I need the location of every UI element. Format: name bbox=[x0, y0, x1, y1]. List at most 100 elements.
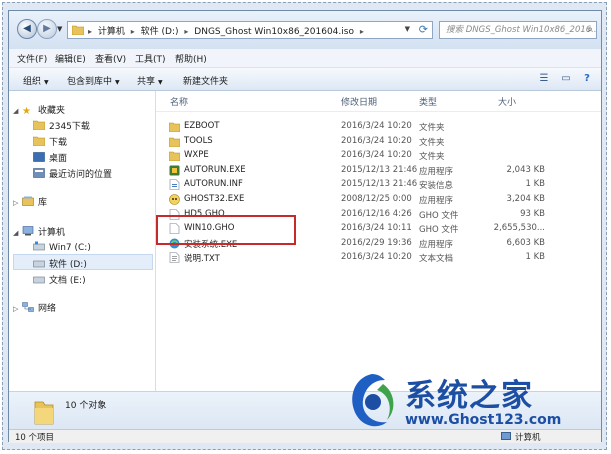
file-size: 2,043 KB bbox=[506, 164, 545, 175]
file-date: 2016/3/24 10:20 bbox=[341, 135, 412, 146]
command-bar: 组织 ▼ 包含到库中 ▼ 共享 ▼ 新建文件夹 ☰ ▭ ? bbox=[9, 68, 601, 91]
help-icon[interactable]: ? bbox=[580, 72, 594, 85]
search-icon[interactable]: ⌕ bbox=[587, 22, 593, 38]
folder-icon bbox=[169, 122, 180, 132]
file-name: AUTORUN.EXE bbox=[184, 164, 246, 175]
search-input[interactable]: 搜索 DNGS_Ghost Win10x86_2016... ⌕ bbox=[439, 21, 597, 39]
nav-computer[interactable]: ◢ 计算机 bbox=[13, 225, 65, 238]
share-button[interactable]: 共享 ▼ bbox=[137, 74, 163, 87]
nav-item-label: 下载 bbox=[49, 138, 68, 148]
menu-bar: 文件(F) 编辑(E) 查看(V) 工具(T) 帮助(H) bbox=[9, 49, 601, 68]
file-type: 应用程序 bbox=[419, 196, 454, 206]
nav-item-label: 2345下载 bbox=[49, 122, 90, 132]
address-box[interactable]: ▸ 计算机 ▸ 软件 (D:) ▸ DNGS_Ghost Win10x86_20… bbox=[67, 21, 433, 39]
forward-button[interactable]: ▶ bbox=[37, 19, 57, 39]
navigation-pane: ◢ ★ 收藏夹 2345下载 下载 桌面 最近访问的位置 ▷ 库 ◢ 计算机 Win7 … bbox=[9, 91, 156, 391]
status-bar: 10 个项目 计算机 bbox=[9, 429, 601, 443]
file-type: 文件夹 bbox=[419, 123, 445, 133]
nav-drive-d[interactable]: 软件 (D:) bbox=[33, 257, 87, 270]
breadcrumb-item-iso[interactable]: DNGS_Ghost Win10x86_201604.iso bbox=[194, 27, 354, 37]
address-dropdown-icon[interactable]: ▼ bbox=[405, 25, 410, 33]
status-item-count: 10 个项目 bbox=[15, 433, 55, 443]
table-row[interactable]: EZBOOT 2016/3/24 10:20 文件夹 bbox=[156, 120, 601, 134]
chevron-down-icon: ▼ bbox=[115, 79, 120, 86]
nav-item-downloads[interactable]: 下载 bbox=[33, 135, 67, 148]
search-placeholder: 搜索 DNGS_Ghost Win10x86_2016... bbox=[446, 25, 597, 35]
file-date: 2016/3/24 10:20 bbox=[341, 121, 412, 131]
drive-icon bbox=[33, 276, 45, 284]
address-bar-area: ◀ ▶ ▼ ▸ 计算机 ▸ 软件 (D:) ▸ DNGS_Ghost Win10… bbox=[9, 11, 601, 49]
file-name: WXPE bbox=[184, 150, 209, 161]
preview-pane-icon[interactable]: ▭ bbox=[559, 72, 573, 85]
menu-help[interactable]: 帮助(H) bbox=[175, 52, 207, 65]
breadcrumb-item-computer[interactable]: 计算机 bbox=[98, 27, 125, 37]
table-row[interactable]: 说明.TXT 2016/3/24 10:20 文本文档 1 KB bbox=[156, 251, 601, 265]
column-header-size[interactable]: 大小 bbox=[498, 95, 516, 108]
breadcrumb-item-drive-d[interactable]: 软件 (D:) bbox=[141, 27, 179, 37]
folder-icon bbox=[169, 151, 180, 162]
menu-file[interactable]: 文件(F) bbox=[17, 52, 47, 65]
table-row[interactable]: TOOLS 2016/3/24 10:20 文件夹 bbox=[156, 135, 601, 149]
file-name: EZBOOT bbox=[184, 121, 220, 131]
network-icon bbox=[22, 302, 34, 312]
nav-favorites-label: 收藏夹 bbox=[38, 106, 66, 116]
star-icon: ★ bbox=[22, 106, 31, 117]
nav-favorites[interactable]: ◢ ★ 收藏夹 bbox=[13, 103, 66, 117]
folder-icon bbox=[72, 25, 84, 35]
folder-icon bbox=[33, 136, 45, 146]
table-row[interactable]: AUTORUN.INF 2015/12/13 21:46 安装信息 1 KB bbox=[156, 178, 601, 192]
recent-pages-dropdown-icon[interactable]: ▼ bbox=[57, 25, 62, 33]
file-type: 应用程序 bbox=[419, 239, 454, 250]
nav-drive-c[interactable]: Win7 (C:) bbox=[33, 241, 91, 253]
explorer-window: ◀ ▶ ▼ ▸ 计算机 ▸ 软件 (D:) ▸ DNGS_Ghost Win10… bbox=[8, 10, 602, 443]
file-type: GHO 文件 bbox=[419, 210, 459, 221]
file-date: 2015/12/13 21:46 bbox=[341, 164, 418, 175]
table-row[interactable]: GHOST32.EXE 2008/12/25 0:00 应用程序 3,204 KB bbox=[156, 193, 601, 207]
table-row[interactable]: AUTORUN.EXE 2015/12/13 21:46 应用程序 2,043 KB bbox=[156, 164, 601, 178]
file-type: GHO 文件 bbox=[419, 225, 459, 236]
folder-icon bbox=[169, 137, 180, 147]
include-in-library-button[interactable]: 包含到库中 ▼ bbox=[67, 74, 120, 87]
file-size: 1 KB bbox=[525, 252, 545, 263]
file-type: 文件夹 bbox=[419, 137, 445, 148]
column-header-name[interactable]: 名称 bbox=[170, 95, 188, 108]
nav-libraries-label: 库 bbox=[38, 198, 48, 208]
refresh-icon[interactable]: ⟳ bbox=[419, 23, 428, 36]
file-list: 名称 修改日期 类型 大小 EZBOOT 2016/3/24 10:20 文件夹 TO… bbox=[156, 91, 601, 391]
new-folder-button[interactable]: 新建文件夹 bbox=[183, 74, 228, 87]
chevron-down-icon: ▼ bbox=[44, 79, 49, 86]
nav-libraries[interactable]: ▷ 库 bbox=[13, 195, 47, 208]
table-row[interactable]: WXPE 2016/3/24 10:20 文件夹 bbox=[156, 149, 601, 163]
nav-item-label: 文档 (E:) bbox=[49, 276, 86, 286]
menu-edit[interactable]: 编辑(E) bbox=[55, 52, 86, 65]
nav-drive-e[interactable]: 文档 (E:) bbox=[33, 273, 86, 286]
nav-item-label: 软件 (D:) bbox=[49, 260, 87, 270]
nav-network[interactable]: ▷ 网络 bbox=[13, 301, 56, 314]
share-label: 共享 bbox=[137, 77, 156, 87]
breadcrumb: ▸ 计算机 ▸ 软件 (D:) ▸ DNGS_Ghost Win10x86_20… bbox=[88, 27, 364, 37]
file-size: 1 KB bbox=[525, 179, 545, 190]
file-size: 93 KB bbox=[520, 208, 545, 219]
nav-item-label: Win7 (C:) bbox=[49, 243, 91, 253]
organize-label: 组织 bbox=[23, 77, 42, 87]
menu-view[interactable]: 查看(V) bbox=[95, 52, 126, 65]
nav-network-label: 网络 bbox=[38, 304, 57, 314]
expand-arrow-icon: ▷ bbox=[13, 305, 19, 313]
collapse-arrow-icon: ◢ bbox=[13, 107, 19, 115]
folder-icon bbox=[34, 401, 54, 425]
column-header-date[interactable]: 修改日期 bbox=[341, 95, 377, 108]
chevron-down-icon: ▼ bbox=[158, 79, 163, 86]
recent-places-icon bbox=[33, 168, 45, 178]
details-object-count: 10 个对象 bbox=[65, 401, 107, 411]
file-name: AUTORUN.INF bbox=[184, 179, 243, 190]
nav-item-2345-downloads[interactable]: 2345下载 bbox=[33, 119, 90, 132]
nav-item-recent-places[interactable]: 最近访问的位置 bbox=[33, 167, 112, 180]
menu-tools[interactable]: 工具(T) bbox=[135, 52, 166, 65]
nav-item-desktop[interactable]: 桌面 bbox=[33, 151, 67, 164]
column-header-type[interactable]: 类型 bbox=[419, 95, 437, 108]
back-button[interactable]: ◀ bbox=[17, 19, 37, 39]
logo-emblem-icon bbox=[352, 374, 394, 427]
organize-button[interactable]: 组织 ▼ bbox=[23, 74, 49, 87]
windows-drive-icon bbox=[33, 241, 45, 251]
view-options-icon[interactable]: ☰ bbox=[537, 72, 551, 85]
